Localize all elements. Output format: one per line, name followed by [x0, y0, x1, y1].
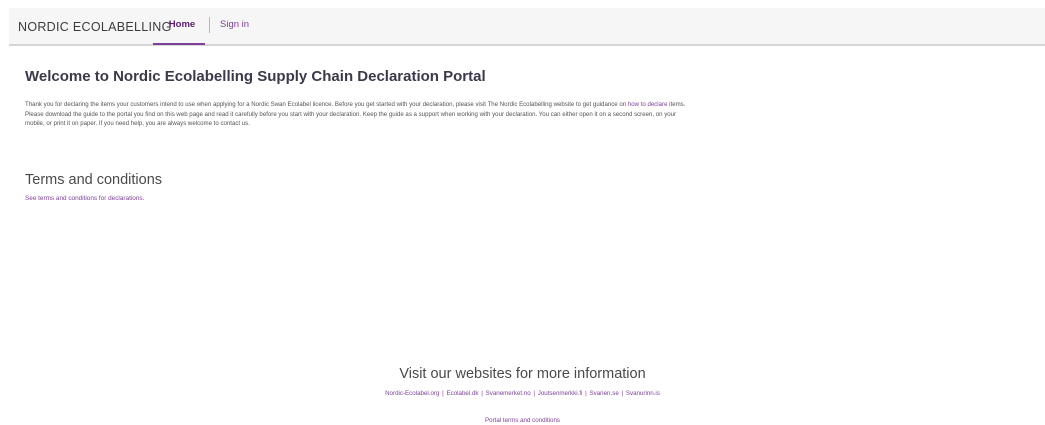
- terms-for-declarations-link[interactable]: See terms and conditions for declaration…: [25, 195, 144, 202]
- footer-link-nordic-ecolabel[interactable]: Nordic-Ecolabel.org: [385, 390, 439, 397]
- footer-separator: |: [585, 390, 587, 397]
- portal-terms-link[interactable]: Portal terms and conditions: [485, 417, 560, 424]
- how-to-declare-link[interactable]: how to declare: [628, 101, 668, 108]
- intro-paragraph: Thank you for declaring the items your c…: [25, 100, 690, 129]
- footer-link-joutsenmerkki[interactable]: Joutsenmerkki.fi: [538, 390, 583, 397]
- nav-home-link[interactable]: Home: [161, 8, 203, 46]
- footer-link-svanen[interactable]: Svanen.se: [590, 390, 619, 397]
- nav-home-active-indicator: [153, 43, 205, 45]
- footer-portal-terms: Portal terms and conditions: [0, 417, 1045, 424]
- terms-heading: Terms and conditions: [25, 172, 163, 188]
- footer-separator: |: [533, 390, 535, 397]
- brand-name[interactable]: NORDIC ECOLABELLING: [18, 20, 172, 34]
- footer-heading: Visit our websites for more information: [399, 366, 646, 382]
- nav-divider: [209, 17, 210, 33]
- footer-website-links: Nordic-Ecolabel.org | Ecolabel.dk | Svan…: [0, 390, 1045, 397]
- footer-link-svanurinn[interactable]: Svanurinn.is: [626, 390, 660, 397]
- footer-link-svanemerket[interactable]: Svanemerket.no: [486, 390, 531, 397]
- top-navbar: NORDIC ECOLABELLING Home Sign in: [9, 8, 1045, 46]
- intro-text-start: Thank you for declaring the items your c…: [25, 101, 628, 108]
- footer-separator: |: [621, 390, 624, 397]
- footer-separator: |: [442, 390, 444, 397]
- footer-link-ecolabel-dk[interactable]: Ecolabel.dk: [447, 390, 479, 397]
- nav-sign-in-link[interactable]: Sign in: [220, 19, 249, 30]
- page-title: Welcome to Nordic Ecolabelling Supply Ch…: [25, 68, 486, 85]
- footer-separator: |: [481, 390, 483, 397]
